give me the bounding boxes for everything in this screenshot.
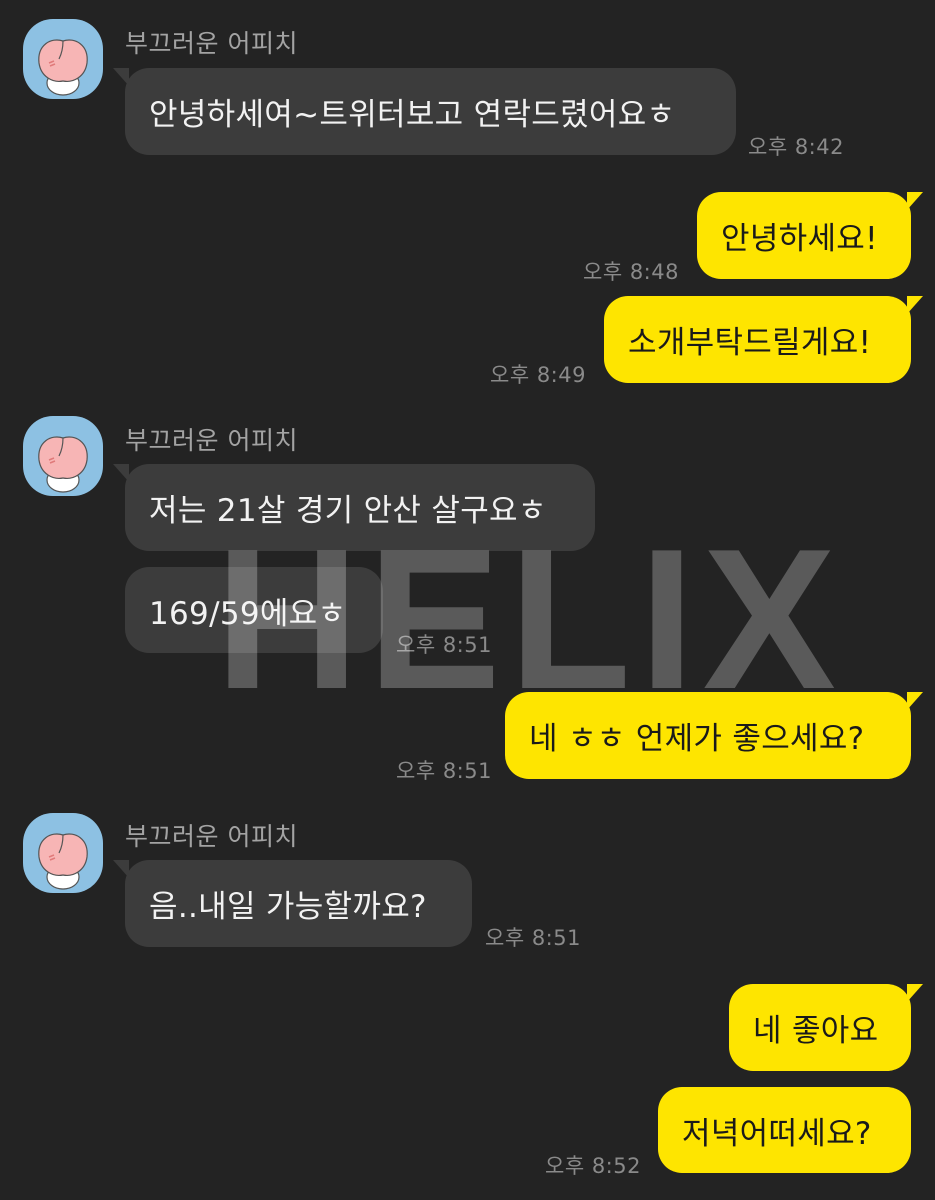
message-bubble-incoming[interactable]: 음..내일 가능할까요? [113,860,472,947]
message-timestamp: 오후 8:51 [396,633,492,657]
message-bubble-incoming[interactable]: 저는 21살 경기 안산 살구요ㅎ [113,464,595,551]
message-timestamp: 오후 8:49 [490,363,586,387]
message-timestamp: 오후 8:48 [583,260,679,284]
chat-screen: 부끄러운 어피치 안녕하세여~트위터보고 연락드렸어요ㅎ 오후 8:42 안녕하… [0,0,935,1200]
message-bubble-outgoing[interactable]: 소개부탁드릴게요! [604,296,923,383]
message-timestamp: 오후 8:42 [748,135,844,159]
message-bubble-incoming[interactable]: 안녕하세여~트위터보고 연락드렸어요ㅎ [113,68,736,155]
message-text: 안녕하세여~트위터보고 연락드렸어요ㅎ [149,97,676,133]
bubble-tail [907,296,923,314]
message-text: 169/59에요ㅎ [149,595,347,632]
bubble-tail [113,860,129,878]
bubble-tail [113,464,129,482]
message-text: 음..내일 가능할까요? [149,889,427,925]
message-text: 안녕하세요! [721,221,878,257]
avatar-apeach-icon[interactable] [23,19,103,99]
bubble-tail [907,192,923,210]
avatar-apeach-icon[interactable] [23,416,103,496]
message-text: 저녁어떠세요? [682,1115,872,1152]
sender-name: 부끄러운 어피치 [125,426,298,455]
message-timestamp: 오후 8:52 [545,1154,641,1178]
avatar-apeach-icon[interactable] [23,813,103,893]
message-text: 네 ㅎㅎ 언제가 좋으세요? [529,721,865,757]
message-bubble-outgoing[interactable]: 네 ㅎㅎ 언제가 좋으세요? [505,692,923,779]
bubble-tail [907,692,923,710]
message-timestamp: 오후 8:51 [485,926,581,950]
message-text: 소개부탁드릴게요! [628,325,872,361]
message-timestamp: 오후 8:51 [396,759,492,783]
message-text: 네 좋아요 [753,1013,879,1049]
message-text: 저는 21살 경기 안산 살구요ㅎ [149,493,547,529]
message-bubble-outgoing[interactable]: 저녁어떠세요? [658,1087,911,1173]
sender-name: 부끄러운 어피치 [125,822,298,851]
bubble-tail [907,984,923,1002]
bubble-tail [113,68,129,86]
message-bubble-outgoing[interactable]: 안녕하세요! [697,192,923,279]
message-bubble-incoming[interactable]: 169/59에요ㅎ [125,567,383,653]
sender-name: 부끄러운 어피치 [125,29,298,58]
message-bubble-outgoing[interactable]: 네 좋아요 [729,984,923,1071]
